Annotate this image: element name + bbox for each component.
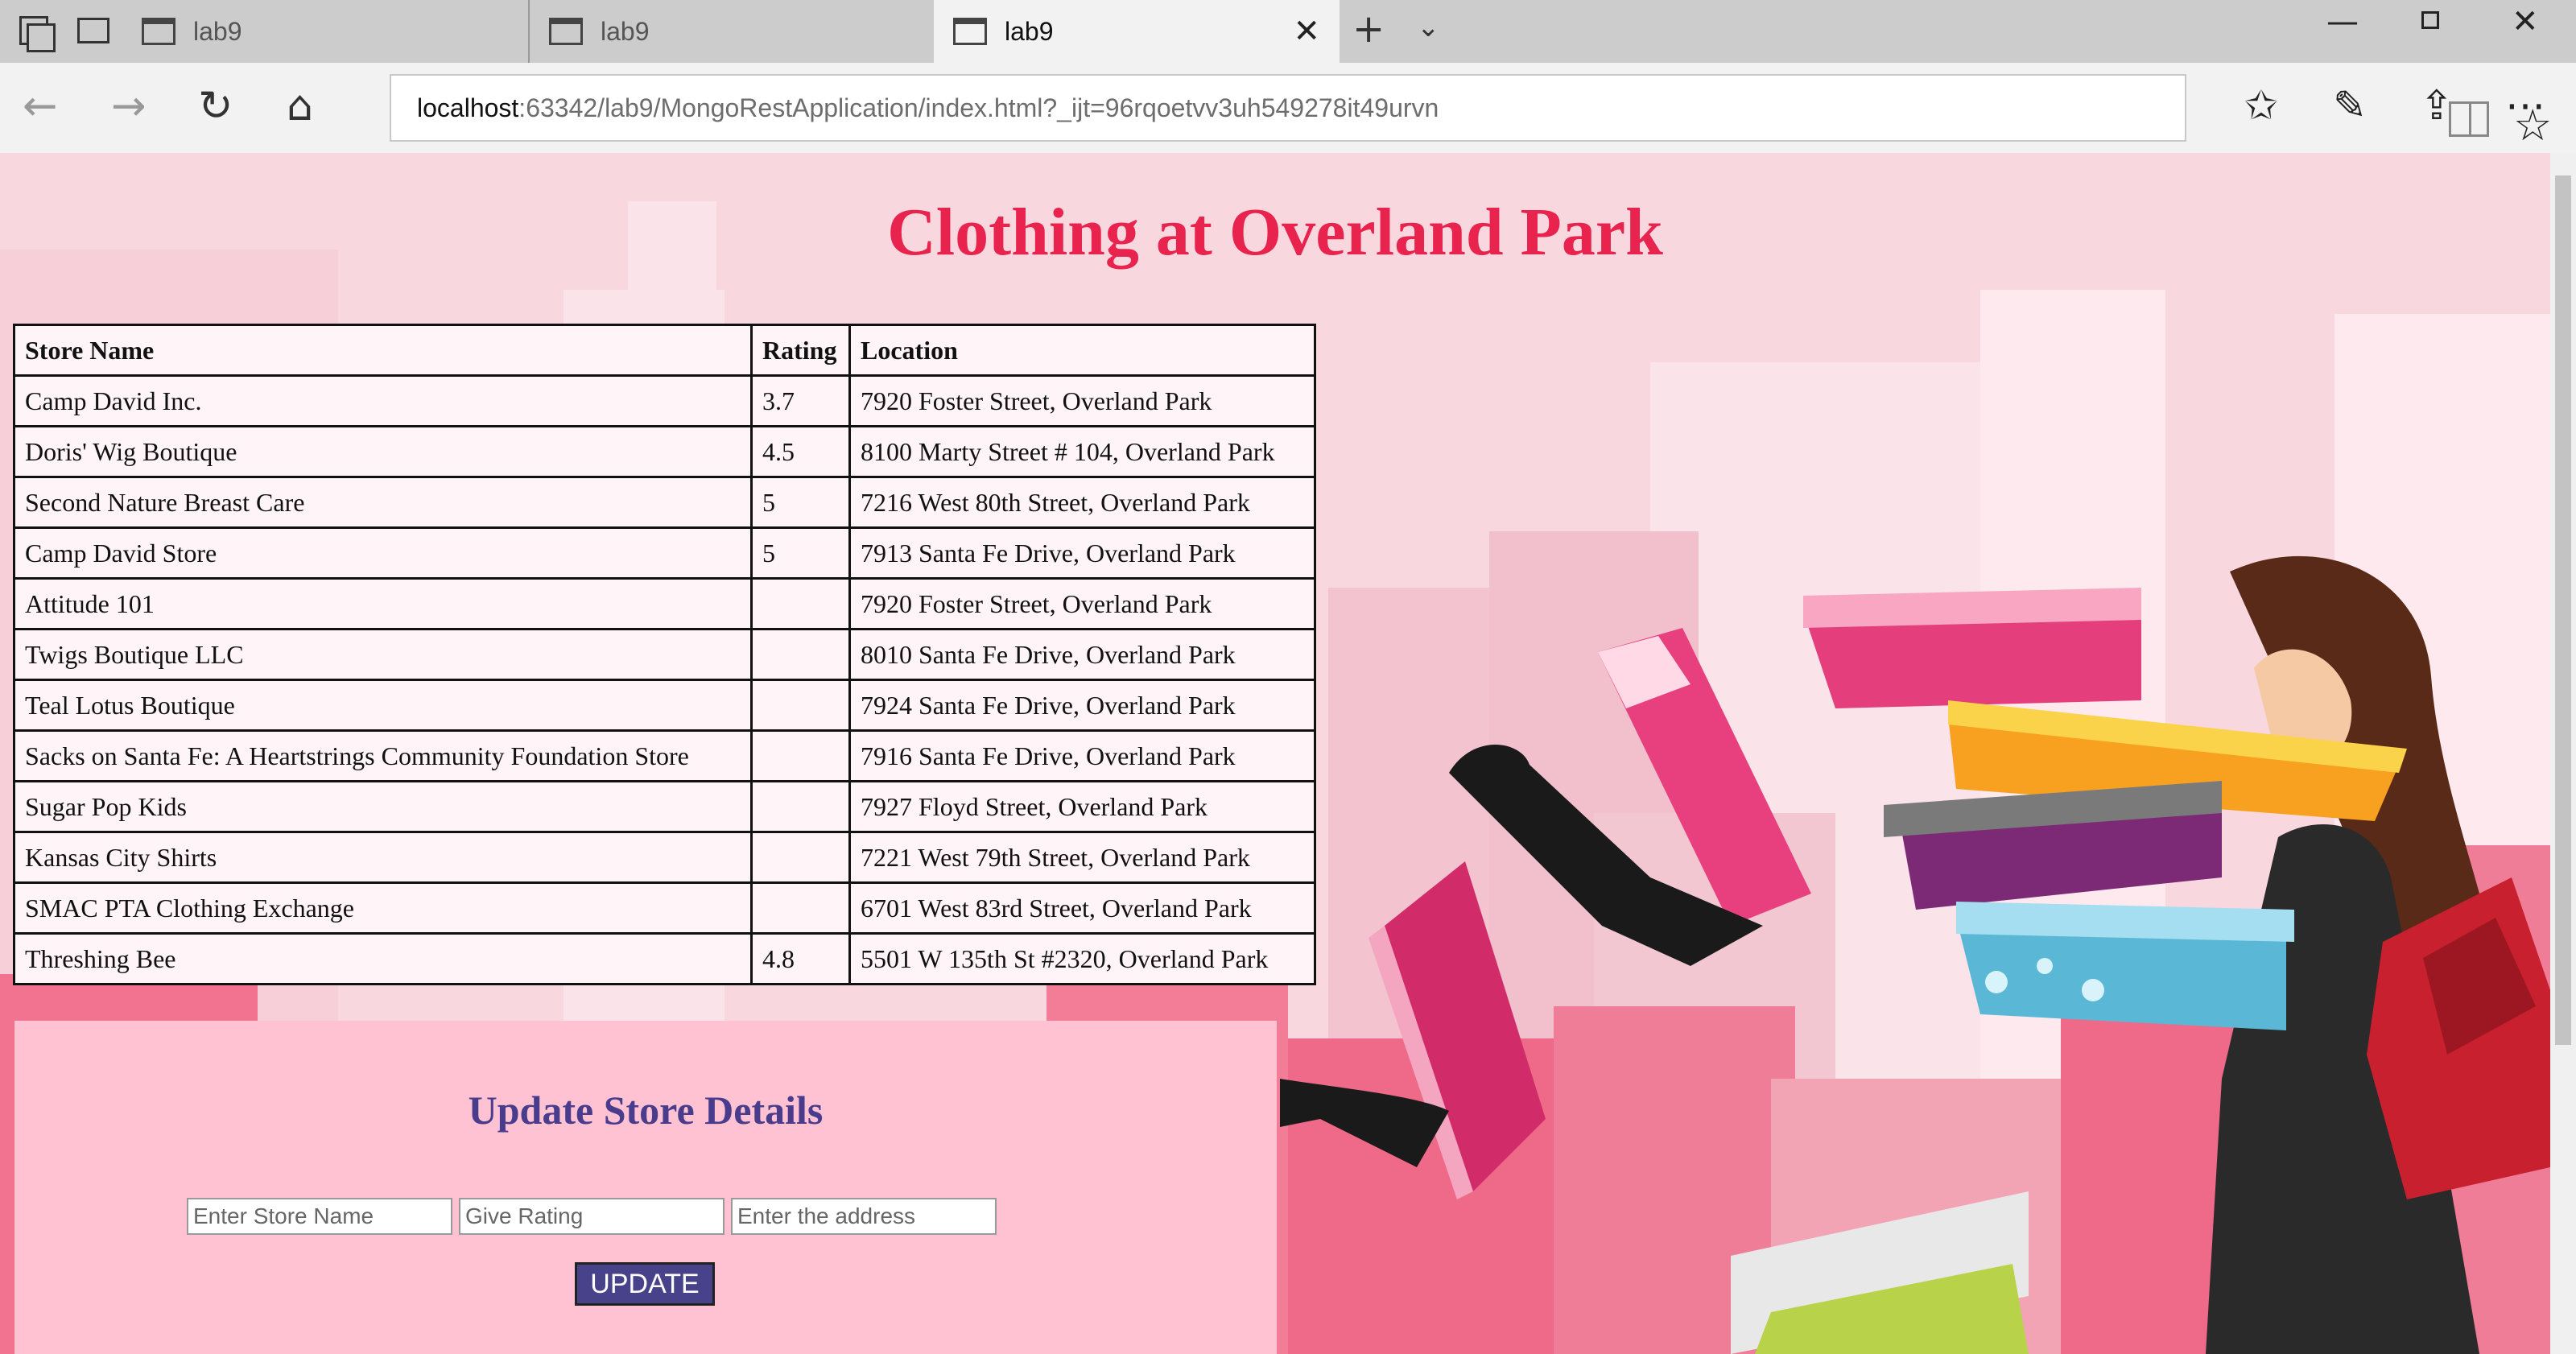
table-row: SMAC PTA Clothing Exchange 6701 West 83rd… [13,881,1316,935]
table-row: Twigs Boutique LLC 8010 Santa Fe Drive, O… [13,628,1316,681]
new-tab-icon[interactable]: + [1352,6,1385,52]
update-store-panel: Update Store Details UPDATE [14,1021,1277,1354]
cell-rating [750,729,851,782]
share-icon[interactable]: ⇪ [2420,82,2454,129]
page-icon [549,18,583,45]
back-arrow-icon[interactable]: ← [23,82,58,130]
cell-store-name: SMAC PTA Clothing Exchange [13,881,753,935]
cell-location: 6701 West 83rd Street, Overland Park [848,881,1316,935]
table-row: Kansas City Shirts 7221 West 79th Street,… [13,831,1316,884]
stores-table: Store Name Rating Location Camp David In… [13,324,1316,985]
cell-rating: 3.7 [750,374,851,427]
tab-title: lab9 [193,16,242,46]
address-path: :63342/lab9/MongoRestApplication/index.h… [518,93,1439,122]
tab-title: lab9 [1005,16,1054,46]
table-row: Sugar Pop Kids 7927 Floyd Street, Overlan… [13,780,1316,833]
cell-location: 8100 Marty Street # 104, Overland Park [848,425,1316,478]
table-row: Doris' Wig Boutique 4.5 8100 Marty Street … [13,425,1316,478]
rating-input[interactable] [459,1198,724,1235]
store-name-input[interactable] [187,1198,452,1235]
cell-store-name: Twigs Boutique LLC [13,628,753,681]
vertical-scrollbar[interactable] [2550,153,2576,1354]
browser-tab-3-active[interactable]: lab9 ✕ [934,0,1340,63]
address-input[interactable] [731,1198,997,1235]
address-host: localhost [417,93,519,122]
table-row: Camp David Inc. 3.7 7920 Foster Street, Ov… [13,374,1316,427]
cell-location: 7927 Floyd Street, Overland Park [848,780,1316,833]
browser-toolbar: ← → ↻ ⌂ localhost:63342/lab9/MongoRestAp… [0,63,2576,153]
tab-bar: lab9 lab9 lab9 ✕ + ⌄ — ✕ [0,0,2576,63]
table-row: Teal Lotus Boutique 7924 Santa Fe Drive, … [13,679,1316,732]
table-row: Attitude 101 7920 Foster Street, Overland… [13,577,1316,630]
minimize-icon[interactable]: — [2326,3,2359,40]
browser-tab-2[interactable]: lab9 [528,0,934,63]
cell-store-name: Camp David Store [13,526,753,580]
close-tab-icon[interactable]: ✕ [1293,13,1320,50]
cell-store-name: Kansas City Shirts [13,831,753,884]
cell-rating: 4.5 [750,425,851,478]
cell-location: 7216 West 80th Street, Overland Park [848,476,1316,529]
refresh-icon[interactable]: ↻ [198,82,233,130]
table-header-row: Store Name Rating Location [13,324,1316,377]
cell-location: 7920 Foster Street, Overland Park [848,577,1316,630]
cell-location: 8010 Santa Fe Drive, Overland Park [848,628,1316,681]
update-button[interactable]: UPDATE [575,1262,715,1306]
more-options-icon[interactable]: ⋯ [2505,82,2545,129]
header-rating: Rating [750,324,851,377]
cell-location: 7916 Santa Fe Drive, Overland Park [848,729,1316,782]
table-row: Camp David Store 5 7913 Santa Fe Drive, Ov… [13,526,1316,580]
cell-location: 7913 Santa Fe Drive, Overland Park [848,526,1316,580]
page-title: Clothing at Overland Park [887,195,1663,270]
cell-store-name: Threshing Bee [13,932,753,985]
cell-location: 7924 Santa Fe Drive, Overland Park [848,679,1316,732]
table-row: Threshing Bee 4.8 5501 W 135th St #2320, O… [13,932,1316,985]
page-icon [142,18,175,45]
restore-icon[interactable] [2421,11,2439,29]
table-row: Sacks on Santa Fe: A Heartstrings Commun… [13,729,1316,782]
cell-rating: 5 [750,526,851,580]
browser-tab-1[interactable]: lab9 [0,0,528,63]
cell-store-name: Attitude 101 [13,577,753,630]
cell-store-name: Sugar Pop Kids [13,780,753,833]
header-location: Location [848,324,1316,377]
address-bar[interactable]: localhost:63342/lab9/MongoRestApplicatio… [390,74,2552,151]
web-note-pen-icon[interactable]: ✎ [2333,82,2367,129]
chevron-down-icon[interactable]: ⌄ [1417,11,1440,43]
cell-store-name: Camp David Inc. [13,374,753,427]
cell-store-name: Teal Lotus Boutique [13,679,753,732]
forward-arrow-icon[interactable]: → [111,82,147,130]
cell-rating [750,831,851,884]
header-store-name: Store Name [13,324,753,377]
cell-rating [750,881,851,935]
cell-location: 7221 West 79th Street, Overland Park [848,831,1316,884]
cell-location: 7920 Foster Street, Overland Park [848,374,1316,427]
reading-view-icon[interactable] [2449,101,2489,137]
cell-rating [750,577,851,630]
page-icon [953,18,987,45]
window-close-icon[interactable]: ✕ [2512,3,2539,40]
favorites-hub-icon[interactable]: ✩ [2244,82,2278,129]
cell-store-name: Sacks on Santa Fe: A Heartstrings Commun… [13,729,753,782]
page-viewport: Clothing at Overland Park Store Name Rat… [0,153,2550,1354]
cell-rating [750,780,851,833]
tab-title: lab9 [601,16,650,46]
home-icon[interactable]: ⌂ [287,82,313,130]
cell-rating [750,628,851,681]
cell-store-name: Doris' Wig Boutique [13,425,753,478]
cell-rating: 5 [750,476,851,529]
scrollbar-thumb[interactable] [2555,175,2571,1045]
cell-store-name: Second Nature Breast Care [13,476,753,529]
table-row: Second Nature Breast Care 5 7216 West 80th… [13,476,1316,529]
cell-rating: 4.8 [750,932,851,985]
update-store-title: Update Store Details [468,1088,824,1133]
cell-rating [750,679,851,732]
cell-location: 5501 W 135th St #2320, Overland Park [848,932,1316,985]
